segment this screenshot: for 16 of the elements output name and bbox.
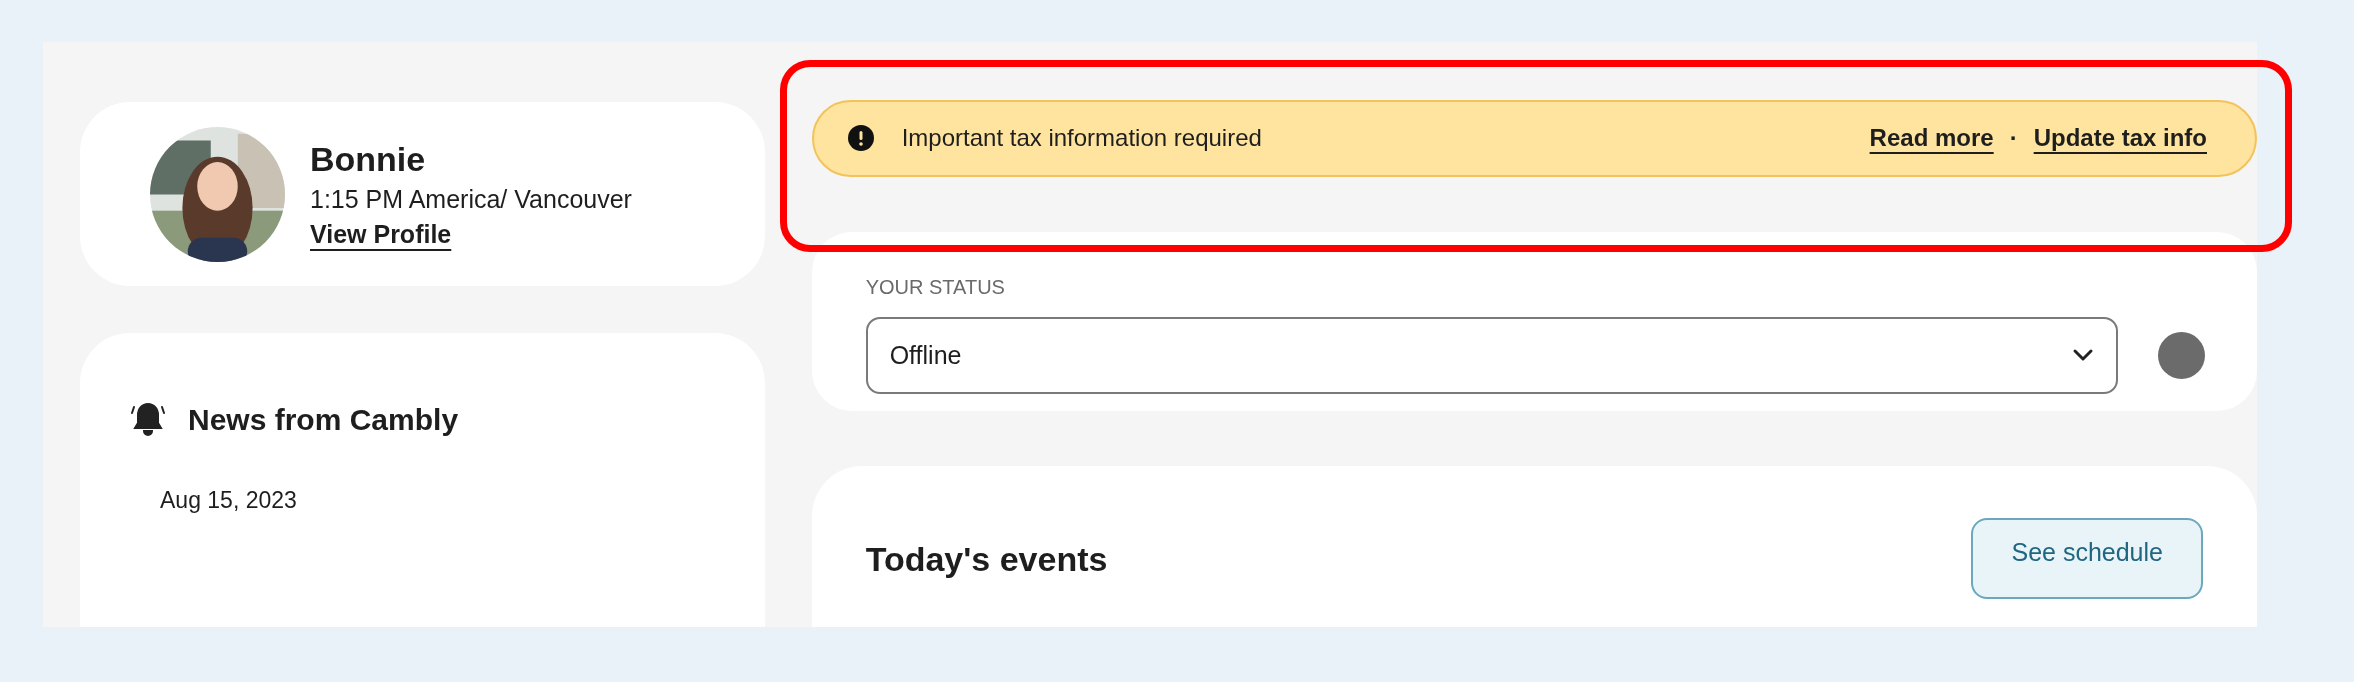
news-date: Aug 15, 2023: [160, 487, 298, 515]
alert-message: Important tax information required: [901, 124, 1263, 153]
chevron-down-icon: [2072, 348, 2094, 363]
status-select[interactable]: Offline: [865, 316, 2118, 394]
user-name: Bonnie: [310, 139, 427, 179]
news-title: News from Cambly: [188, 403, 459, 438]
alert-icon: [847, 125, 874, 152]
separator-dot: ·: [2009, 124, 2018, 153]
alert-link[interactable]: Update tax info: [2033, 124, 2207, 153]
view-profile-link[interactable]: View Profile: [310, 219, 452, 249]
see-schedule-button[interactable]: See schedule: [1971, 518, 2203, 600]
status-dot: [2158, 331, 2205, 379]
alert-link[interactable]: Read more: [1869, 124, 1994, 153]
status-label: YOUR STATUS: [865, 275, 1006, 299]
local-time: 1:15 PM America/ Vancouver: [310, 184, 632, 214]
events-title: Today's events: [865, 540, 1108, 580]
